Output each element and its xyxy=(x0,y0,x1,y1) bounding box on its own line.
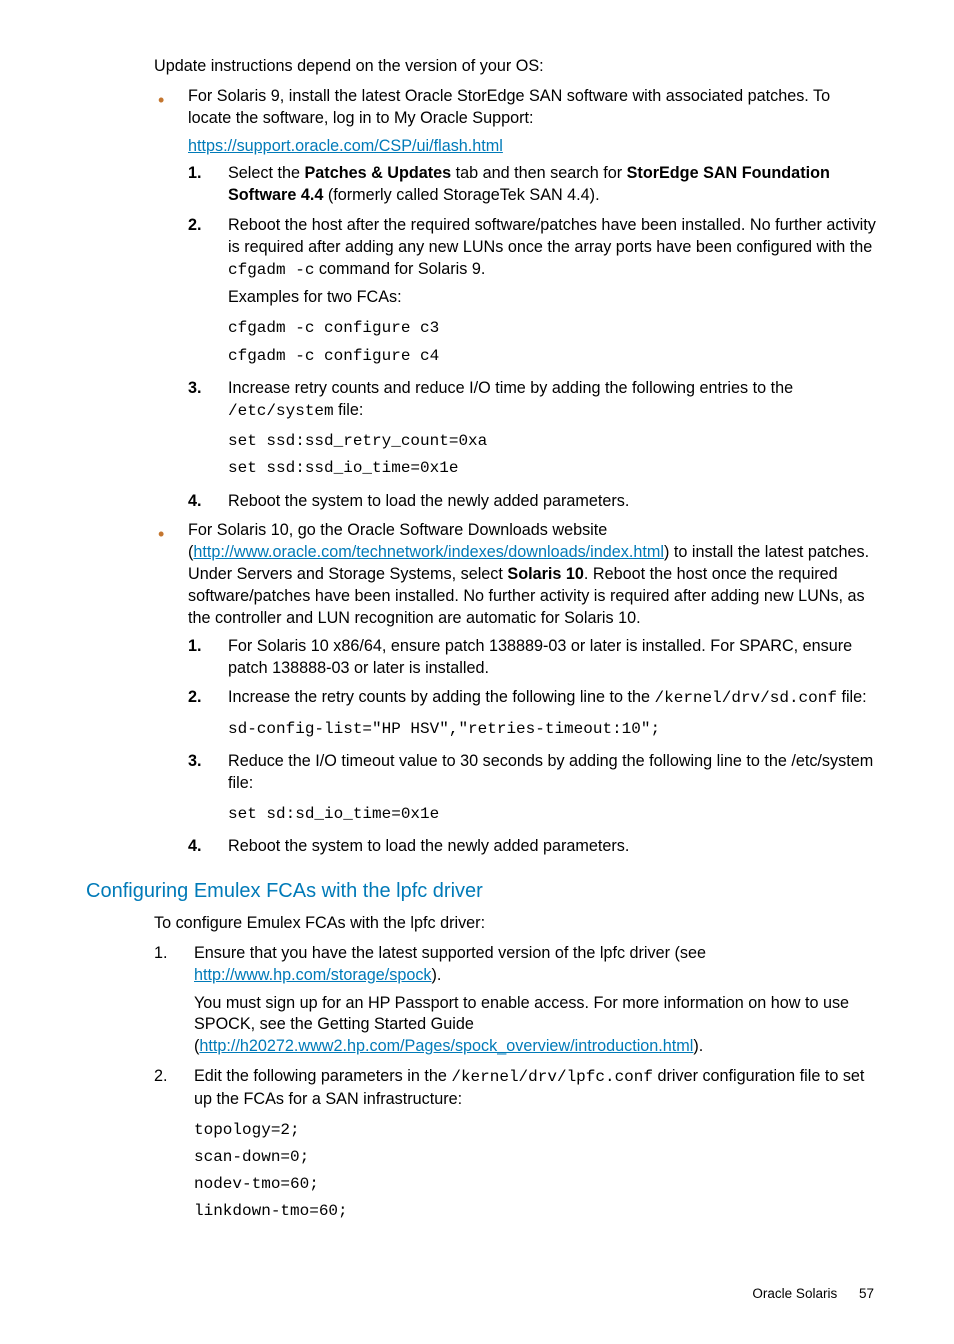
section-heading: Configuring Emulex FCAs with the lpfc dr… xyxy=(86,878,876,905)
bullet-solaris-9: For Solaris 9, install the latest Oracle… xyxy=(154,86,876,513)
lpfc-steps: 1. Ensure that you have the latest suppo… xyxy=(154,943,876,1226)
lpfc-conf-settings: topology=2; scan-down=0; nodev-tmo=60; l… xyxy=(194,1117,876,1226)
ssd-settings: set ssd:ssd_retry_count=0xa set ssd:ssd_… xyxy=(228,428,876,482)
lpfc-step-1: 1. Ensure that you have the latest suppo… xyxy=(154,943,876,1058)
oracle-downloads-link[interactable]: http://www.oracle.com/technetwork/indexe… xyxy=(193,543,664,561)
top-bullet-list: For Solaris 9, install the latest Oracle… xyxy=(154,86,876,858)
section-intro: To configure Emulex FCAs with the lpfc d… xyxy=(154,913,876,935)
step-4: 4. Reboot the system to load the newly a… xyxy=(188,836,876,858)
solaris10-steps: 1. For Solaris 10 x86/64, ensure patch 1… xyxy=(188,636,876,858)
footer-section-label: Oracle Solaris xyxy=(752,1286,837,1301)
oracle-support-link[interactable]: https://support.oracle.com/CSP/ui/flash.… xyxy=(188,137,503,155)
step-3: 3. Increase retry counts and reduce I/O … xyxy=(188,378,876,483)
hp-spock-link[interactable]: http://www.hp.com/storage/spock xyxy=(194,966,432,984)
solaris9-steps: 1. Select the Patches & Updates tab and … xyxy=(188,163,876,512)
step-3: 3. Reduce the I/O timeout value to 30 se… xyxy=(188,751,876,828)
sd-io-time: set sd:sd_io_time=0x1e xyxy=(228,801,876,828)
intro-text: Update instructions depend on the versio… xyxy=(154,56,876,78)
step-1: 1. Select the Patches & Updates tab and … xyxy=(188,163,876,207)
step-2: 2. Increase the retry counts by adding t… xyxy=(188,687,876,743)
step-4: 4. Reboot the system to load the newly a… xyxy=(188,491,876,513)
spock-overview-link[interactable]: http://h20272.www2.hp.com/Pages/spock_ov… xyxy=(199,1037,693,1055)
bullet-solaris-10: For Solaris 10, go the Oracle Software D… xyxy=(154,520,876,858)
lpfc-step-2: 2. Edit the following parameters in the … xyxy=(154,1066,876,1225)
bullet1-lead: For Solaris 9, install the latest Oracle… xyxy=(188,87,830,127)
sd-config-list: sd-config-list="HP HSV","retries-timeout… xyxy=(228,716,876,743)
page-footer: Oracle Solaris 57 xyxy=(86,1285,876,1303)
page-number: 57 xyxy=(859,1286,874,1301)
cfgadm-example: cfgadm -c configure c3 cfgadm -c configu… xyxy=(228,315,876,369)
step-1: 1. For Solaris 10 x86/64, ensure patch 1… xyxy=(188,636,876,680)
step-2: 2. Reboot the host after the required so… xyxy=(188,215,876,370)
